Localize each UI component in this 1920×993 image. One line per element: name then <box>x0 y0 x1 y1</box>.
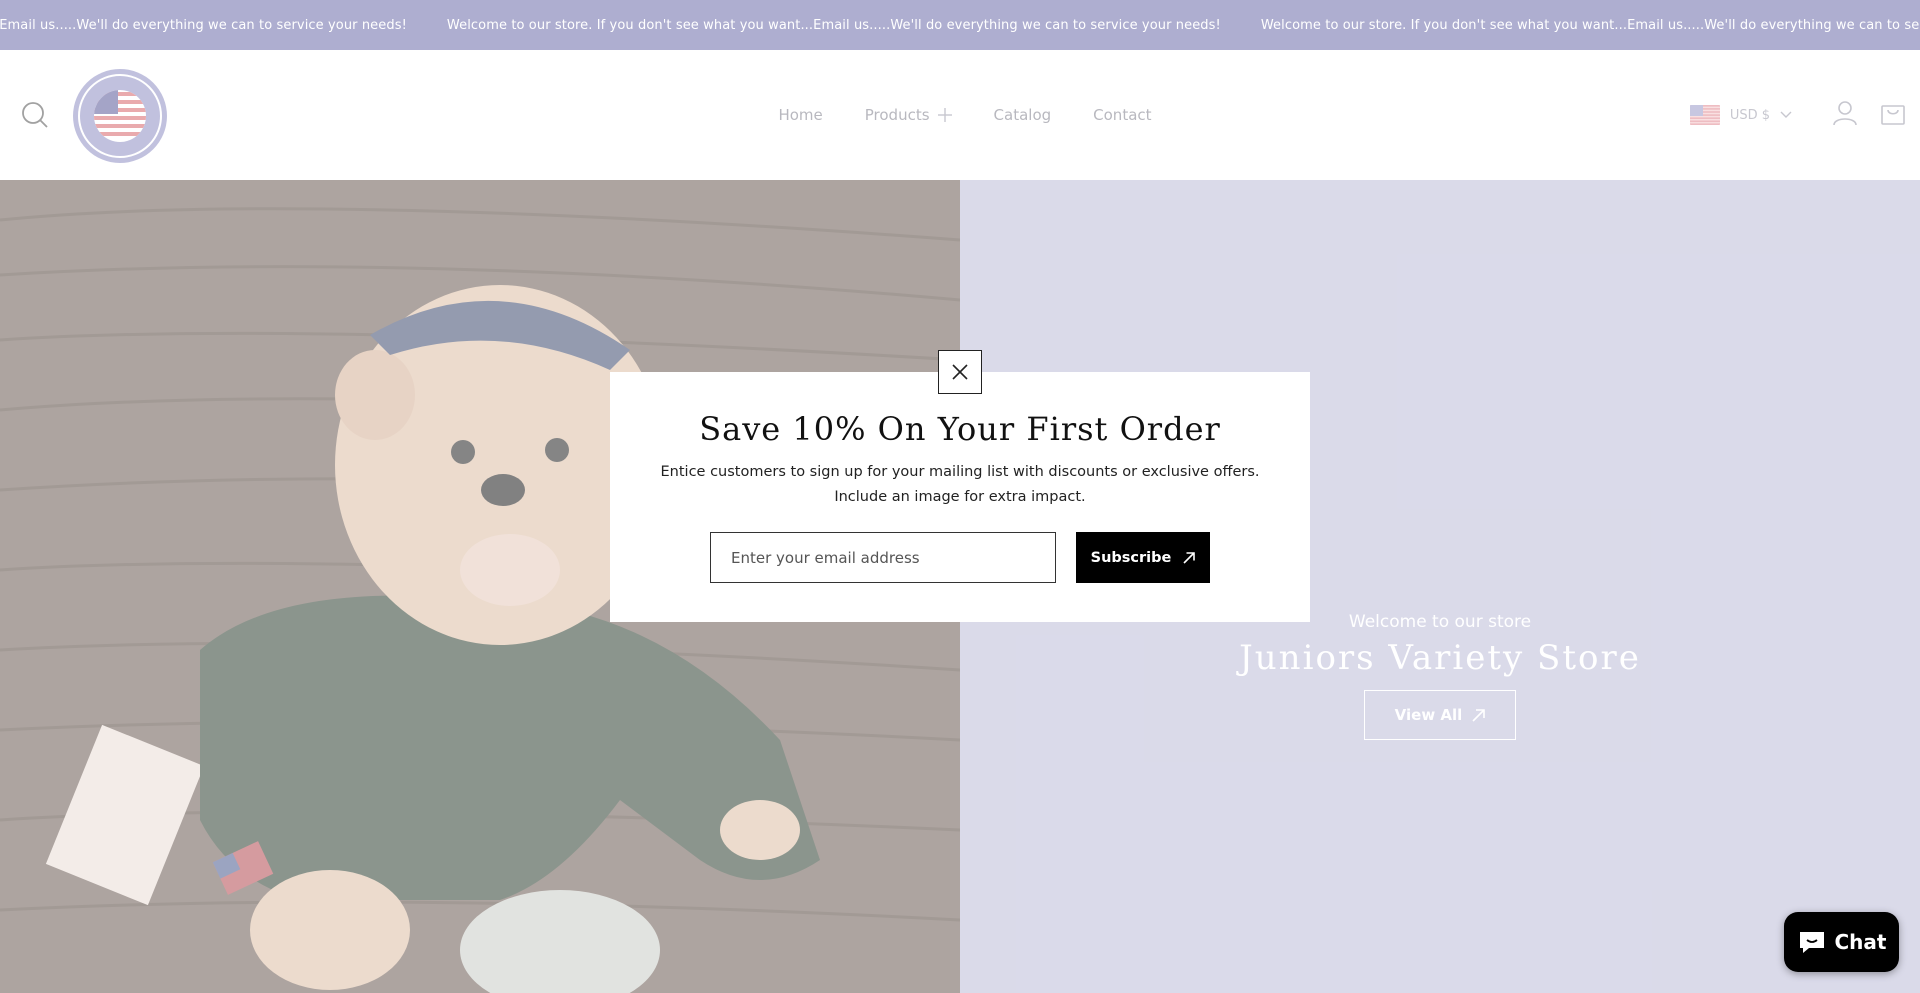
email-field[interactable] <box>710 532 1056 583</box>
announcement-message: Welcome to our store. If you don't see w… <box>0 17 407 33</box>
newsletter-popup: Save 10% On Your First Order Entice cust… <box>610 350 1310 622</box>
arrow-up-right-icon <box>1183 551 1196 564</box>
announcement-bar: Welcome to our store. If you don't see w… <box>0 0 1920 50</box>
subscribe-label: Subscribe <box>1090 549 1172 566</box>
announcement-message: Welcome to our store. If you don't see w… <box>446 17 1221 33</box>
chat-label: Chat <box>1834 930 1887 954</box>
announcement-track: Welcome to our store. If you don't see w… <box>0 0 1920 50</box>
subscribe-button[interactable]: Subscribe <box>1076 532 1210 583</box>
close-icon[interactable] <box>938 350 982 394</box>
popup-body-line: Entice customers to sign up for your mai… <box>660 464 1260 480</box>
popup-body-line: Include an image for extra impact. <box>834 489 1086 505</box>
chat-bubble-icon <box>1799 932 1824 953</box>
chat-button[interactable]: Chat <box>1784 912 1899 972</box>
popup-body: Entice customers to sign up for your mai… <box>610 460 1310 510</box>
announcement-message: Welcome to our store. If you don't see w… <box>1260 17 1920 33</box>
newsletter-form: Subscribe <box>710 532 1210 583</box>
popup-title: Save 10% On Your First Order <box>699 410 1221 448</box>
